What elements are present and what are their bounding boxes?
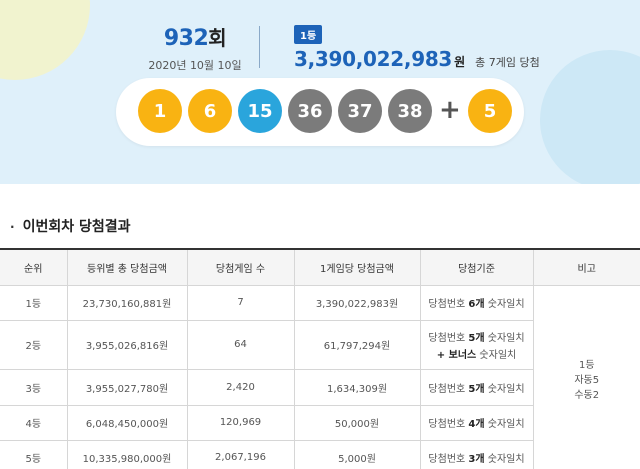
round-number: 932 [163, 26, 209, 51]
cell-rank: 1등 [0, 284, 68, 321]
criteria-count: 6개 [468, 299, 485, 310]
number-ball: 1 [138, 89, 182, 133]
cell-total-prize: 10,335,980,000원 [66, 439, 188, 469]
note-line: 1등 [578, 359, 595, 371]
cell-winner-count: 7 [186, 284, 295, 321]
plus-icon: + [439, 95, 461, 125]
criteria-count: 5개 [468, 332, 485, 344]
cell-winner-count: 2,420 [186, 368, 295, 406]
cell-criteria: 당첨번호 6개 숫자일치 [419, 284, 534, 321]
criteria-bonus: + 보너스 [436, 349, 477, 361]
divider [259, 26, 260, 68]
criteria-count: 5개 [468, 383, 485, 395]
note-line: 자동5 [574, 374, 600, 386]
cell-criteria: 당첨번호 5개 숫자일치 [419, 368, 533, 406]
cell-per-game-prize: 5,000원 [293, 439, 421, 469]
cell-rank: 5등 [0, 439, 68, 469]
draw-date: 2020년 10월 10일 [148, 59, 242, 72]
number-ball: 37 [338, 89, 382, 133]
rank-badge: 1등 [294, 25, 323, 44]
table-row: 1등 23,730,160,881원 7 3,390,022,983원 당첨번호… [0, 284, 640, 469]
section-title: · 이번회차 당첨결과 [10, 216, 130, 236]
number-ball: 38 [388, 89, 432, 133]
criteria-text: 당첨번호 [428, 332, 469, 344]
criteria-bonus-line: + 보너스 숫자일치 [421, 346, 533, 361]
cell-winner-count: 2,067,196 [186, 439, 295, 469]
draw-banner: 932회 2020년 10월 10일 1등 3,390,022,983 원 총 7게… [0, 0, 640, 184]
cell-total-prize: 23,730,160,881원 [66, 284, 188, 321]
cell-rank: 3등 [0, 368, 68, 406]
criteria-text: 당첨번호 [428, 419, 469, 430]
first-prize-amount: 3,390,022,983 [294, 47, 453, 71]
header-total-prize: 등위별 총 당첨금액 [66, 248, 188, 286]
number-ball: 36 [288, 89, 332, 133]
round-info: 932회 2020년 10월 10일 [140, 22, 250, 73]
cell-total-prize: 3,955,027,780원 [66, 368, 188, 406]
prize-unit: 원 [454, 55, 466, 69]
cell-total-prize: 6,048,450,000원 [66, 404, 188, 441]
criteria-text: 숫자일치 [484, 299, 525, 310]
number-ball: 15 [238, 89, 282, 133]
results-table: 순위 등위별 총 당첨금액 당첨게임 수 1게임당 당첨금액 당첨기준 비고 1… [0, 248, 640, 469]
bullet-icon: · [10, 220, 15, 234]
round-suffix: 회 [208, 26, 227, 50]
criteria-count: 3개 [468, 454, 485, 465]
prize-line: 3,390,022,983 원 총 7게임 당첨 [294, 47, 540, 71]
criteria-text: 숫자일치 [484, 419, 525, 430]
header-criteria: 당첨기준 [419, 248, 534, 286]
cell-per-game-prize: 61,797,294원 [293, 319, 421, 370]
cell-note: 1등 자동5 수동2 [532, 284, 640, 469]
section-title-text: 이번회차 당첨결과 [22, 219, 131, 235]
number-ball: 6 [188, 89, 232, 133]
cell-per-game-prize: 50,000원 [293, 404, 421, 441]
criteria-text: 숫자일치 [484, 454, 525, 465]
cell-criteria: 당첨번호 5개 숫자일치 + 보너스 숫자일치 [419, 319, 533, 370]
header-note: 비고 [532, 248, 640, 286]
cell-rank: 2등 [0, 319, 68, 370]
cell-per-game-prize: 3,390,022,983원 [293, 284, 421, 321]
cell-winner-count: 120,969 [186, 404, 295, 441]
note-line: 수동2 [574, 389, 600, 401]
criteria-text: 숫자일치 [484, 383, 525, 395]
criteria-text: 당첨번호 [428, 454, 469, 465]
winning-numbers: 1 6 15 36 37 38 + 5 [116, 78, 524, 146]
criteria-text: 당첨번호 [428, 299, 469, 310]
cell-per-game-prize: 1,634,309원 [293, 368, 421, 406]
round-title: 932회 [140, 22, 250, 51]
criteria-text: 숫자일치 [476, 349, 517, 361]
header-rank: 순위 [0, 248, 68, 286]
cell-criteria: 당첨번호 3개 숫자일치 [419, 439, 533, 469]
bonus-ball: 5 [468, 89, 512, 133]
table-header-row: 순위 등위별 총 당첨금액 당첨게임 수 1게임당 당첨금액 당첨기준 비고 [0, 248, 640, 286]
header-winner-count: 당첨게임 수 [186, 248, 295, 286]
criteria-text: 숫자일치 [484, 332, 525, 344]
criteria-count: 4개 [468, 419, 485, 430]
decorative-circle [0, 0, 90, 80]
cell-winner-count: 64 [186, 319, 295, 370]
cell-total-prize: 3,955,026,816원 [66, 319, 188, 370]
criteria-text: 당첨번호 [428, 383, 469, 395]
cell-criteria: 당첨번호 4개 숫자일치 [419, 404, 533, 441]
header-per-game-prize: 1게임당 당첨금액 [293, 248, 421, 286]
decorative-circle [540, 50, 640, 184]
first-prize-info: 1등 3,390,022,983 원 총 7게임 당첨 [294, 24, 540, 71]
cell-rank: 4등 [0, 404, 68, 441]
total-games: 총 7게임 당첨 [475, 56, 540, 69]
